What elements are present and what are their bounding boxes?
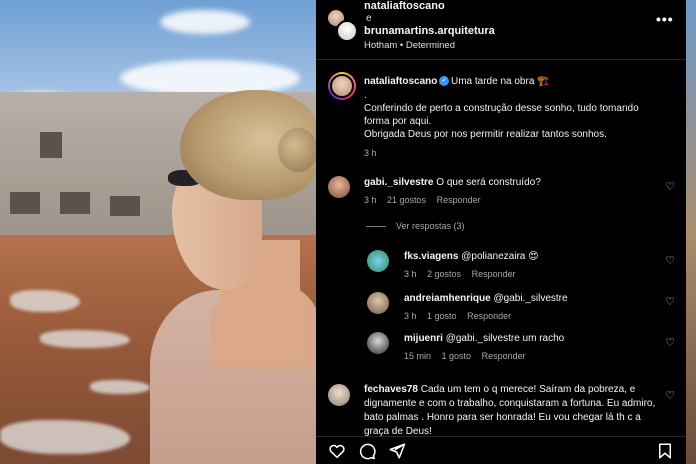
reply-username[interactable]: mijuenri (404, 333, 443, 344)
more-horizontal-icon[interactable]: ••• (656, 12, 673, 30)
reply-button[interactable]: Responder (472, 269, 516, 279)
caption-text: . (364, 90, 367, 101)
comment-avatar[interactable] (328, 384, 350, 406)
comment-likes[interactable]: 21 gostos (387, 195, 426, 205)
heart-icon[interactable]: ♡ (664, 296, 676, 308)
caption-title: Uma tarde na obra 🏗️ (451, 76, 550, 87)
reply-meta: 3 h 2 gostos Responder (404, 269, 524, 279)
comment-body: fechaves78 Cada um tem o q merece! Saíra… (364, 383, 656, 439)
reply-text: @gabi._silvestre (493, 293, 568, 304)
heart-icon[interactable] (328, 442, 346, 460)
woman-in-photo (150, 90, 316, 464)
caption-text: forma por aqui. (364, 116, 432, 127)
view-replies-button[interactable]: Ver respostas (3) (366, 221, 465, 231)
caption-text: Obrigada Deus por nos permitir realizar … (364, 129, 607, 140)
cloud (160, 10, 250, 34)
share-icon[interactable] (388, 442, 406, 460)
reply-avatar[interactable] (367, 292, 389, 314)
avatar[interactable] (336, 20, 358, 42)
bookmark-icon[interactable] (656, 442, 674, 460)
reply-username[interactable]: fks.viagens (404, 251, 458, 262)
reply-button[interactable]: Responder (437, 195, 481, 205)
caption-text: Conferindo de perto a construção desse s… (364, 103, 639, 114)
reply-time: 3 h (404, 311, 417, 321)
post-details-panel: nataliaftoscano e brunamartins.arquitetu… (316, 0, 696, 464)
caption-timestamp: 3 h (364, 148, 377, 158)
heart-icon[interactable]: ♡ (664, 390, 676, 402)
comment-icon[interactable] (358, 442, 376, 460)
comment-body: gabi._silvestre O que será construído? (364, 177, 541, 188)
reply-body: mijuenri @gabi._silvestre um racho (404, 333, 564, 344)
reply-body: fks.viagens @polianezaira 😍 (404, 251, 539, 262)
comment-username[interactable]: fechaves78 (364, 384, 418, 395)
reply-avatar[interactable] (367, 332, 389, 354)
reply-text: @polianezaira 😍 (461, 251, 539, 262)
heart-icon[interactable]: ♡ (664, 337, 676, 349)
reply-likes[interactable]: 1 gosto (442, 351, 472, 361)
collab-conjunction: e (366, 13, 372, 24)
comment-time: 3 h (364, 195, 377, 205)
reply-button[interactable]: Responder (482, 351, 526, 361)
reply-time: 3 h (404, 269, 417, 279)
comment-text: O que será construído? (436, 177, 541, 188)
heart-icon[interactable]: ♡ (664, 181, 676, 193)
caption-author-avatar[interactable] (328, 72, 356, 100)
collaborator-username[interactable]: brunamartins.arquitetura (364, 25, 495, 37)
comment-avatar[interactable] (328, 176, 350, 198)
reply-likes[interactable]: 2 gostos (427, 269, 461, 279)
audio-track-link[interactable]: Hotham • Determined (364, 40, 455, 51)
verified-badge-icon: ✓ (439, 76, 450, 87)
divider (366, 226, 386, 228)
next-post-preview[interactable] (686, 0, 696, 464)
post-header: nataliaftoscano e brunamartins.arquitetu… (316, 0, 686, 60)
collab-avatars[interactable] (326, 8, 360, 42)
heart-icon[interactable]: ♡ (664, 255, 676, 267)
reply-likes[interactable]: 1 gosto (427, 311, 457, 321)
reply-time: 15 min (404, 351, 432, 361)
reply-avatar[interactable] (367, 250, 389, 272)
post-photo[interactable] (0, 0, 316, 464)
comment-meta: 3 h 21 gostos Responder (364, 195, 489, 205)
reply-button[interactable]: Responder (467, 311, 511, 321)
reply-meta: 15 min 1 gosto Responder (404, 351, 534, 361)
post-action-bar (316, 436, 686, 464)
comment-username[interactable]: gabi._silvestre (364, 177, 433, 188)
reply-body: andreiamhenrique @gabi._silvestre (404, 293, 568, 304)
reply-text: @gabi._silvestre um racho (445, 333, 565, 344)
reply-username[interactable]: andreiamhenrique (404, 293, 491, 304)
reply-meta: 3 h 1 gosto Responder (404, 311, 519, 321)
author-username[interactable]: nataliaftoscano (364, 0, 445, 12)
caption-author-username[interactable]: nataliaftoscano ✓ (364, 76, 451, 87)
